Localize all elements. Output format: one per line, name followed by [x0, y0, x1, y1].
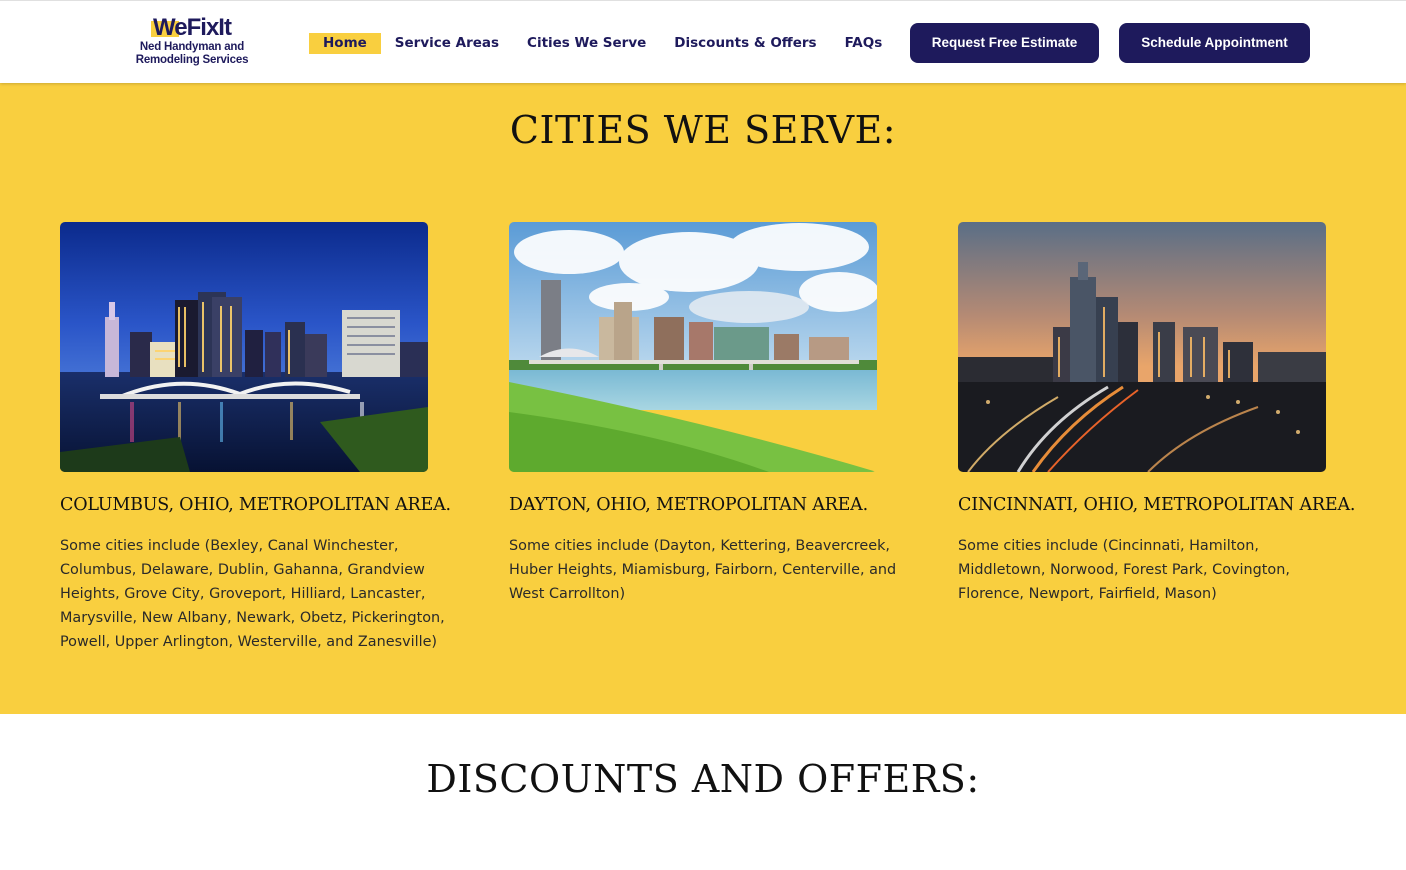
- nav-home[interactable]: Home: [309, 33, 381, 54]
- logo-tagline-line2: Remodeling Services: [135, 54, 249, 66]
- cities-section: CITIES WE SERVE: COLUMBUS, OHIO, METROPO…: [0, 83, 1406, 714]
- dayton-skyline-image: [509, 222, 877, 472]
- main-nav: Home Service Areas Cities We Serve Disco…: [309, 33, 896, 54]
- city-card-title: DAYTON, OHIO, METROPOLITAN AREA.: [509, 495, 868, 515]
- site-header: WeFixIt Ned Handyman and Remodeling Serv…: [0, 0, 1406, 83]
- nav-discounts-offers[interactable]: Discounts & Offers: [660, 33, 830, 54]
- city-card-dayton: DAYTON, OHIO, METROPOLITAN AREA. Some ci…: [509, 222, 896, 606]
- logo-wordmark: WeFixIt: [151, 14, 232, 41]
- schedule-appointment-button[interactable]: Schedule Appointment: [1119, 23, 1310, 63]
- nav-cities-we-serve[interactable]: Cities We Serve: [513, 33, 660, 54]
- cincinnati-skyline-image: [958, 222, 1326, 472]
- discounts-section: DISCOUNTS AND OFFERS:: [0, 714, 1406, 870]
- nav-faqs[interactable]: FAQs: [831, 33, 897, 54]
- columbus-skyline-image: [60, 222, 428, 472]
- city-card-columbus: COLUMBUS, OHIO, METROPOLITAN AREA. Some …: [60, 222, 451, 654]
- request-estimate-button[interactable]: Request Free Estimate: [910, 23, 1099, 63]
- cities-section-title: CITIES WE SERVE:: [509, 108, 897, 152]
- city-card-text: Some cities include (Cincinnati, Hamilto…: [958, 538, 1290, 602]
- discounts-section-title: DISCOUNTS AND OFFERS:: [426, 757, 980, 801]
- logo-tagline-line1: Ned Handyman and: [139, 41, 245, 53]
- city-card-text: Some cities include (Bexley, Canal Winch…: [60, 538, 445, 650]
- city-card-title: CINCINNATI, OHIO, METROPOLITAN AREA.: [958, 495, 1356, 515]
- logo[interactable]: WeFixIt Ned Handyman and Remodeling Serv…: [128, 15, 256, 73]
- city-card-cincinnati: CINCINNATI, OHIO, METROPOLITAN AREA. Som…: [958, 222, 1356, 606]
- city-card-title: COLUMBUS, OHIO, METROPOLITAN AREA.: [60, 495, 451, 515]
- nav-service-areas[interactable]: Service Areas: [381, 33, 513, 54]
- city-card-text: Some cities include (Dayton, Kettering, …: [509, 538, 897, 602]
